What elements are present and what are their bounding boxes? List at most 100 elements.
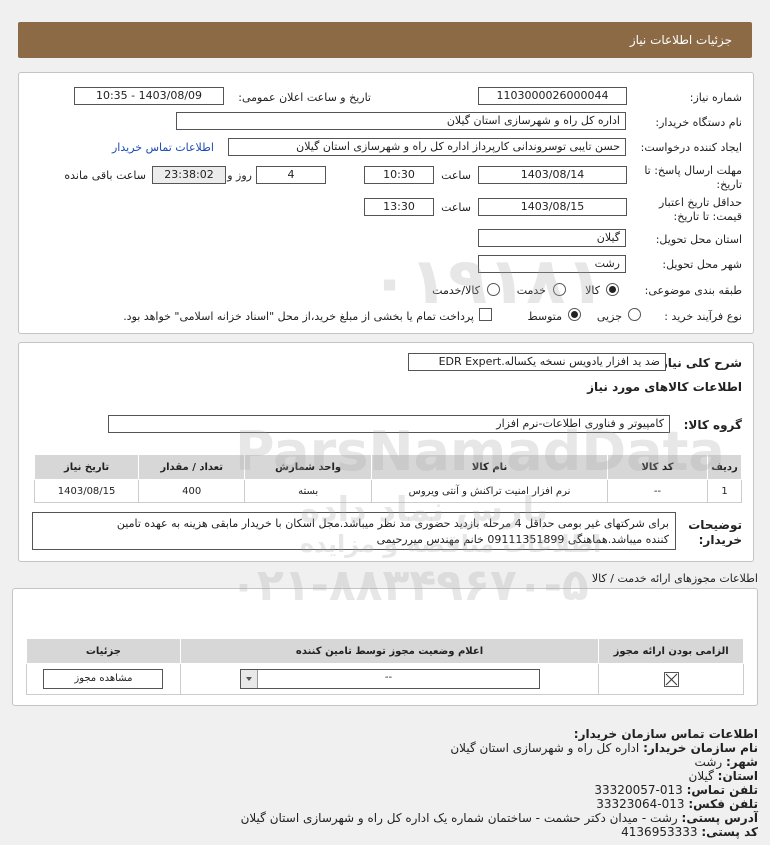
announce-label: تاریخ و ساعت اعلان عمومی: (238, 91, 371, 104)
buyer-field[interactable]: اداره کل راه و شهرسازی استان گیلان (176, 112, 626, 130)
category-service-label: خدمت (516, 284, 546, 297)
page-header: جزئیات اطلاعات نیاز (18, 22, 752, 58)
contact-phone-label: تلفن تماس: (686, 783, 758, 797)
license-status-select[interactable]: -- (239, 669, 540, 689)
notes-label: توضیحات (688, 518, 742, 532)
goods-cell-name: نرم افزار امنیت تراکنش و آنتی ویروس (371, 479, 609, 503)
contact-address-row: آدرس پستی: رشت - میدان دکتر حشمت - ساختم… (241, 811, 758, 825)
validity-date-field[interactable]: 1403/08/15 (478, 198, 627, 216)
goods-cell-code: -- (607, 479, 708, 503)
chevron-down-icon[interactable] (240, 670, 258, 688)
goods-col-code: کد کالا (607, 454, 708, 480)
goods-table: ردیف کد کالا نام کالا واحد شمارش تعداد /… (33, 454, 742, 503)
contact-province-value: گیلان (688, 769, 714, 783)
deadline-time-label: ساعت (441, 169, 471, 182)
need-number-label: شماره نیاز: (689, 91, 742, 104)
need-number-field[interactable]: 1103000026000044 (478, 87, 627, 105)
deadline-time-field[interactable]: 10:30 (364, 166, 434, 184)
license-status-cell: -- (179, 663, 600, 695)
contact-postal-label: کد پستی: (701, 825, 758, 839)
category-label: طبقه بندی موضوعی: (644, 284, 742, 297)
goods-cell-date: 1403/08/15 (33, 479, 140, 503)
deadline-label-date: تاریخ: (716, 178, 742, 191)
validity-label-date: قیمت: تا تاریخ: (673, 210, 742, 223)
contact-title: اطلاعات تماس سازمان خریدار: (573, 727, 758, 741)
contact-fax-row: تلفن فکس: 013-33323064 (596, 797, 758, 811)
license-col-status: اعلام وضعیت مجوز توسط تامین کننده (179, 638, 600, 664)
notes-label-buyer: خریدار: (698, 533, 742, 547)
goods-cell-row: 1 (707, 479, 742, 503)
goods-col-unit: واحد شمارش (244, 454, 373, 480)
goods-col-row: ردیف (707, 454, 742, 480)
table-row: -- مشاهده مجوز (26, 663, 744, 695)
license-col-details: جزئیات (26, 638, 181, 664)
category-radio-service[interactable] (553, 283, 566, 296)
license-section-title: اطلاعات مجوزهای ارائه خدمت / کالا (591, 572, 758, 585)
process-minor-label: جزیی (596, 310, 622, 323)
contact-city-value: رشت (694, 755, 723, 769)
buyer-contact-link[interactable]: اطلاعات تماس خریدار (112, 141, 214, 154)
process-label: نوع فرآیند خرید : (664, 310, 742, 323)
goods-cell-quantity: 400 (138, 479, 246, 503)
buyer-notes-line-1: برای شرکتهای غیر بومی حداقل 4 مرحله بازد… (116, 517, 669, 530)
city-field[interactable]: رشت (478, 255, 626, 273)
contact-fax-value: 013-33323064 (596, 797, 685, 811)
page-title: جزئیات اطلاعات نیاز (629, 33, 732, 47)
buyer-notes-box: برای شرکتهای غیر بومی حداقل 4 مرحله بازد… (32, 512, 676, 550)
category-goods-service-label: کالا/خدمت (432, 284, 480, 297)
buyer-label: نام دستگاه خریدار: (655, 116, 742, 129)
contact-postal-row: کد پستی: 4136953333 (621, 825, 758, 839)
validity-time-label: ساعت (441, 201, 471, 214)
validity-time-field[interactable]: 13:30 (364, 198, 434, 216)
province-field[interactable]: گیلان (478, 229, 626, 247)
announce-datetime-field[interactable]: 1403/08/09 - 10:35 (74, 87, 224, 105)
remaining-time-field: 23:38:02 (152, 166, 226, 184)
creator-field[interactable]: حسن تایبی توسروندانی کارپرداز اداره کل ر… (228, 138, 626, 156)
contact-org-row: نام سازمان خریدار: اداره کل راه و شهرساز… (450, 741, 758, 755)
category-radio-goods-service[interactable] (487, 283, 500, 296)
goods-col-date: تاریخ نیاز (33, 454, 140, 480)
treasury-payment-checkbox[interactable] (479, 308, 492, 321)
goods-col-quantity: تعداد / مقدار (138, 454, 246, 480)
goods-section-title: اطلاعات کالاهای مورد نیاز (587, 380, 742, 394)
table-row[interactable]: 1 -- نرم افزار امنیت تراکنش و آنتی ویروس… (33, 479, 742, 503)
goods-cell-unit: بسته (244, 479, 373, 503)
goods-group-label: گروه کالا: (683, 418, 742, 432)
remaining-time-label: ساعت باقی مانده (64, 169, 146, 182)
contact-province-row: استان: گیلان (689, 769, 759, 783)
creator-label: ایجاد کننده درخواست: (640, 141, 742, 154)
contact-city-row: شهر: رشت (695, 755, 758, 769)
process-medium-label: متوسط (527, 310, 562, 323)
deadline-date-field[interactable]: 1403/08/14 (478, 166, 627, 184)
contact-postal-value: 4136953333 (621, 825, 698, 839)
contact-phone-row: تلفن تماس: 013-33320057 (594, 783, 758, 797)
process-radio-minor[interactable] (628, 308, 641, 321)
category-radio-goods[interactable] (606, 283, 619, 296)
contact-city-label: شهر: (726, 755, 758, 769)
required-checkbox-icon (663, 671, 679, 687)
validity-label: حداقل تاریخ اعتبار (658, 196, 742, 209)
goods-table-header: ردیف کد کالا نام کالا واحد شمارش تعداد /… (33, 454, 742, 480)
license-details-cell: مشاهده مجوز (26, 663, 181, 695)
summary-field[interactable]: ضد ید افزار یادویس نسخه یکساله.EDR Exper… (408, 353, 666, 371)
license-col-required: الزامی بودن ارائه مجوز (598, 638, 744, 664)
license-status-value: -- (384, 672, 393, 683)
buyer-notes-line-2: کننده میباشد.هماهنگی 09111351899 خانم مه… (376, 533, 669, 546)
contact-address-label: آدرس پستی: (681, 811, 758, 825)
view-license-button[interactable]: مشاهده مجوز (43, 669, 164, 689)
category-goods-label: کالا (585, 284, 600, 297)
license-required-cell (598, 663, 744, 695)
province-label: استان محل تحویل: (655, 233, 742, 246)
process-radio-medium[interactable] (568, 308, 581, 321)
contact-province-label: استان: (717, 769, 758, 783)
license-table-header: الزامی بودن ارائه مجوز اعلام وضعیت مجوز … (26, 638, 744, 664)
goods-col-name: نام کالا (371, 454, 609, 480)
license-table: الزامی بودن ارائه مجوز اعلام وضعیت مجوز … (26, 638, 744, 695)
deadline-label: مهلت ارسال پاسخ: تا (644, 164, 742, 177)
treasury-payment-note: پرداخت تمام یا بخشی از مبلغ خرید،از محل … (123, 310, 474, 323)
contact-org-value: اداره کل راه و شهرسازی استان گیلان (450, 741, 640, 755)
city-label: شهر محل تحویل: (662, 258, 742, 271)
contact-address-value: رشت - میدان دکتر حشمت - ساختمان شماره یک… (240, 811, 678, 825)
goods-group-field[interactable]: کامپیوتر و فناوری اطلاعات-نرم افزار (108, 415, 670, 433)
remaining-days-field[interactable]: 4 (256, 166, 326, 184)
